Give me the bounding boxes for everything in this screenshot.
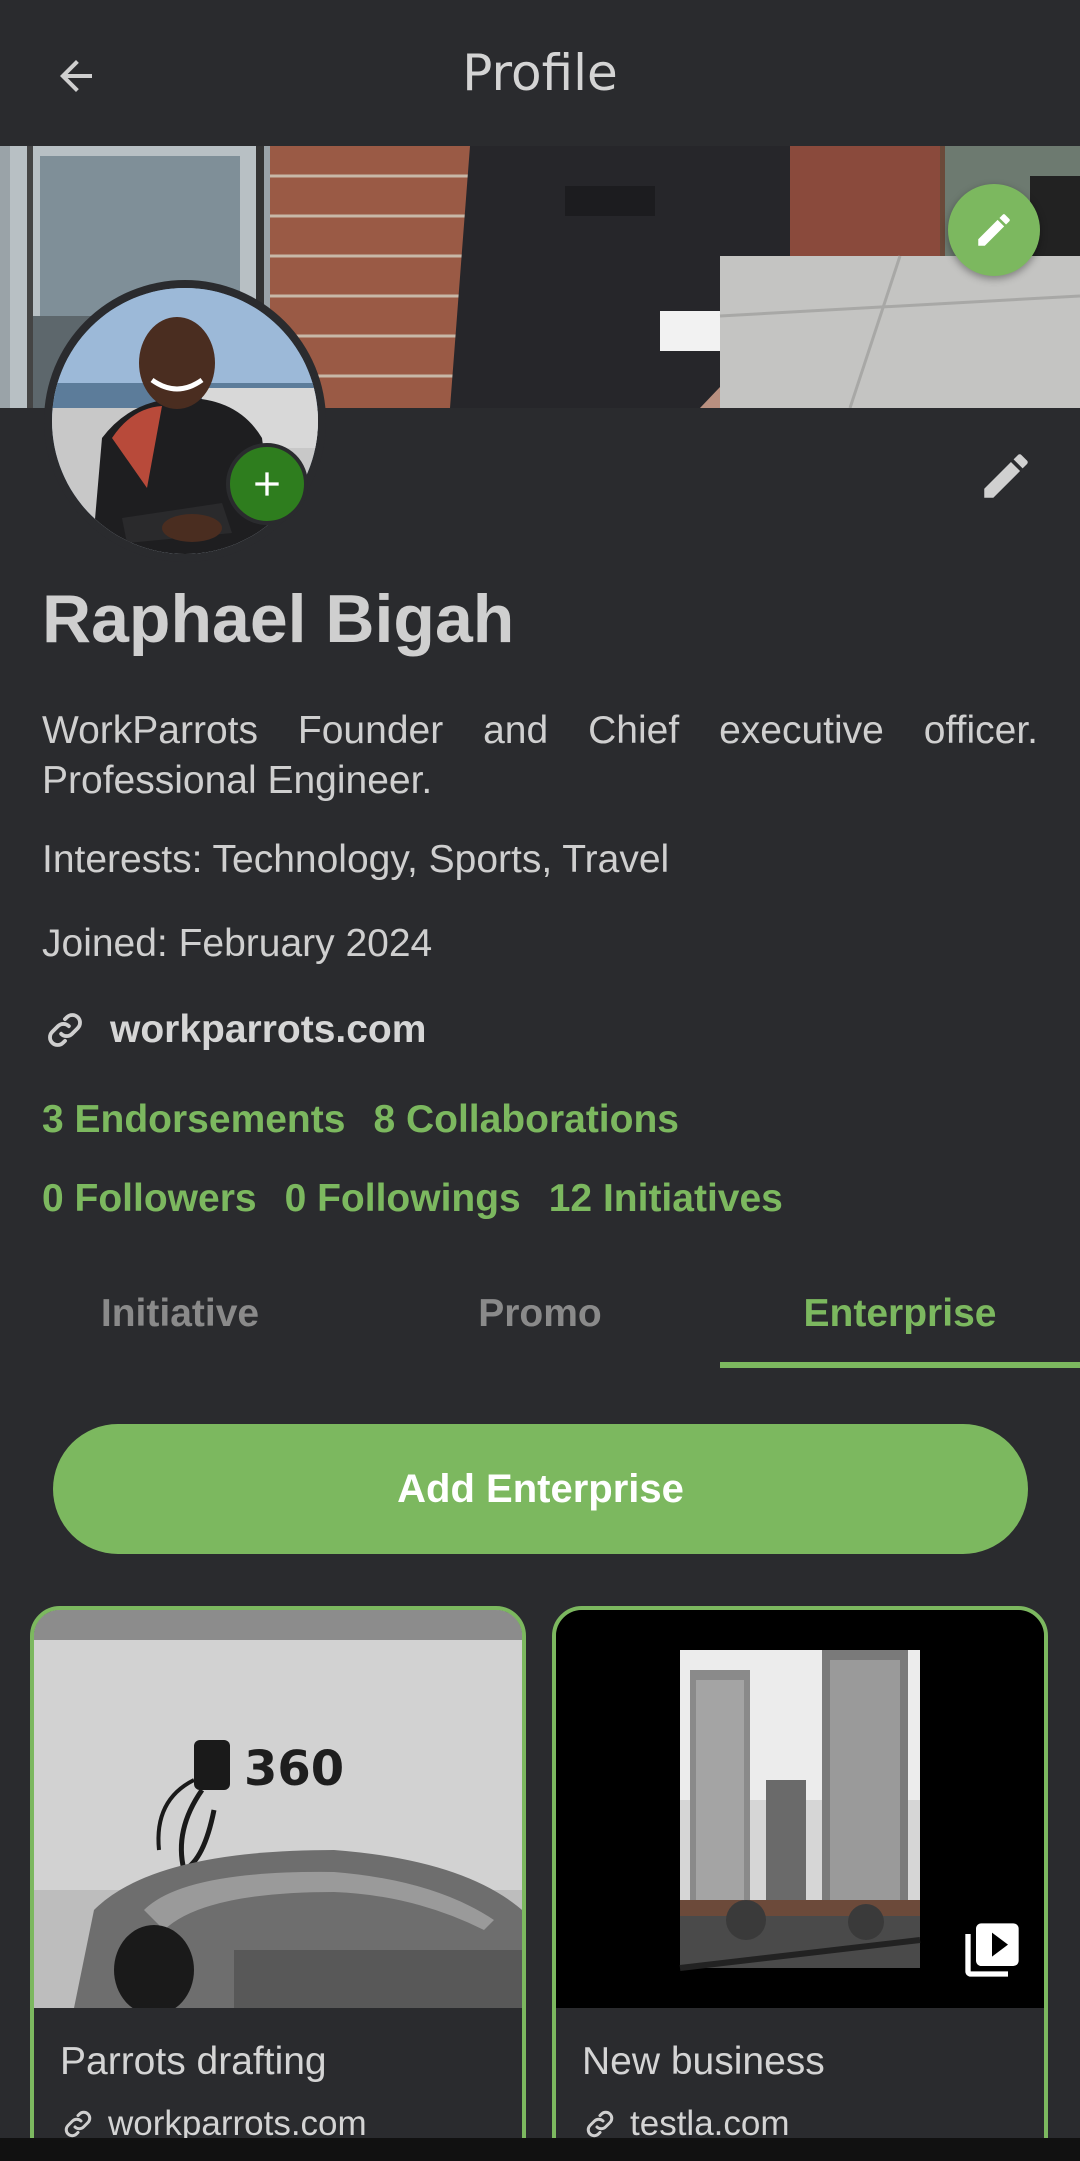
edit-profile-button[interactable] (966, 436, 1046, 516)
enterprise-card-title: Parrots drafting (60, 2040, 327, 2083)
plus-icon (255, 472, 279, 496)
app-bar: Profile (0, 0, 1080, 146)
pencil-icon (978, 214, 1010, 246)
followers-count[interactable]: 0 Followers (42, 1177, 257, 1221)
endorsements-count[interactable]: 3 Endorsements (42, 1098, 345, 1142)
website-link[interactable]: workparrots.com (110, 1008, 426, 1052)
profile-joined-date: Joined: February 2024 (42, 922, 433, 965)
initiatives-count[interactable]: 12 Initiatives (549, 1177, 783, 1221)
stats-row-1: 3 Endorsements 8 Collaborations (42, 1098, 679, 1142)
enterprise-card[interactable]: 360 Parrots drafting workparrots.com (30, 1606, 526, 2161)
tab-promo[interactable]: Promo (360, 1282, 720, 1370)
system-nav-bar (0, 2138, 1080, 2161)
cover-edit-button[interactable] (948, 184, 1040, 276)
enterprise-card[interactable]: New business testla.com (552, 1606, 1048, 2161)
pencil-icon (984, 454, 1028, 498)
content-tabs: Initiative Promo Enterprise (0, 1282, 1080, 1370)
enterprise-card-image: 360 (34, 1610, 522, 2008)
link-icon (64, 2110, 92, 2138)
link-icon (586, 2110, 614, 2138)
video-library-icon (960, 1918, 1024, 1982)
avatar-add-button[interactable] (226, 443, 308, 525)
stats-row-2: 0 Followers 0 Followings 12 Initiatives (42, 1177, 783, 1221)
profile-interests: Interests: Technology, Sports, Travel (42, 838, 670, 881)
followings-count[interactable]: 0 Followings (285, 1177, 521, 1221)
page-title: Profile (462, 44, 618, 102)
svg-text:360: 360 (244, 1741, 344, 1797)
add-enterprise-button[interactable]: Add Enterprise (53, 1424, 1028, 1554)
profile-bio: WorkParrots Founder and Chief executive … (42, 709, 1038, 802)
collaborations-count[interactable]: 8 Collaborations (373, 1098, 679, 1142)
enterprise-card-video (556, 1610, 1044, 2008)
website-row[interactable]: workparrots.com (42, 1002, 426, 1058)
link-icon (48, 1013, 82, 1047)
tab-enterprise[interactable]: Enterprise (720, 1282, 1080, 1370)
enterprise-card-title: New business (582, 2040, 825, 2083)
profile-name: Raphael Bigah (42, 581, 515, 657)
tab-initiative[interactable]: Initiative (0, 1282, 360, 1370)
